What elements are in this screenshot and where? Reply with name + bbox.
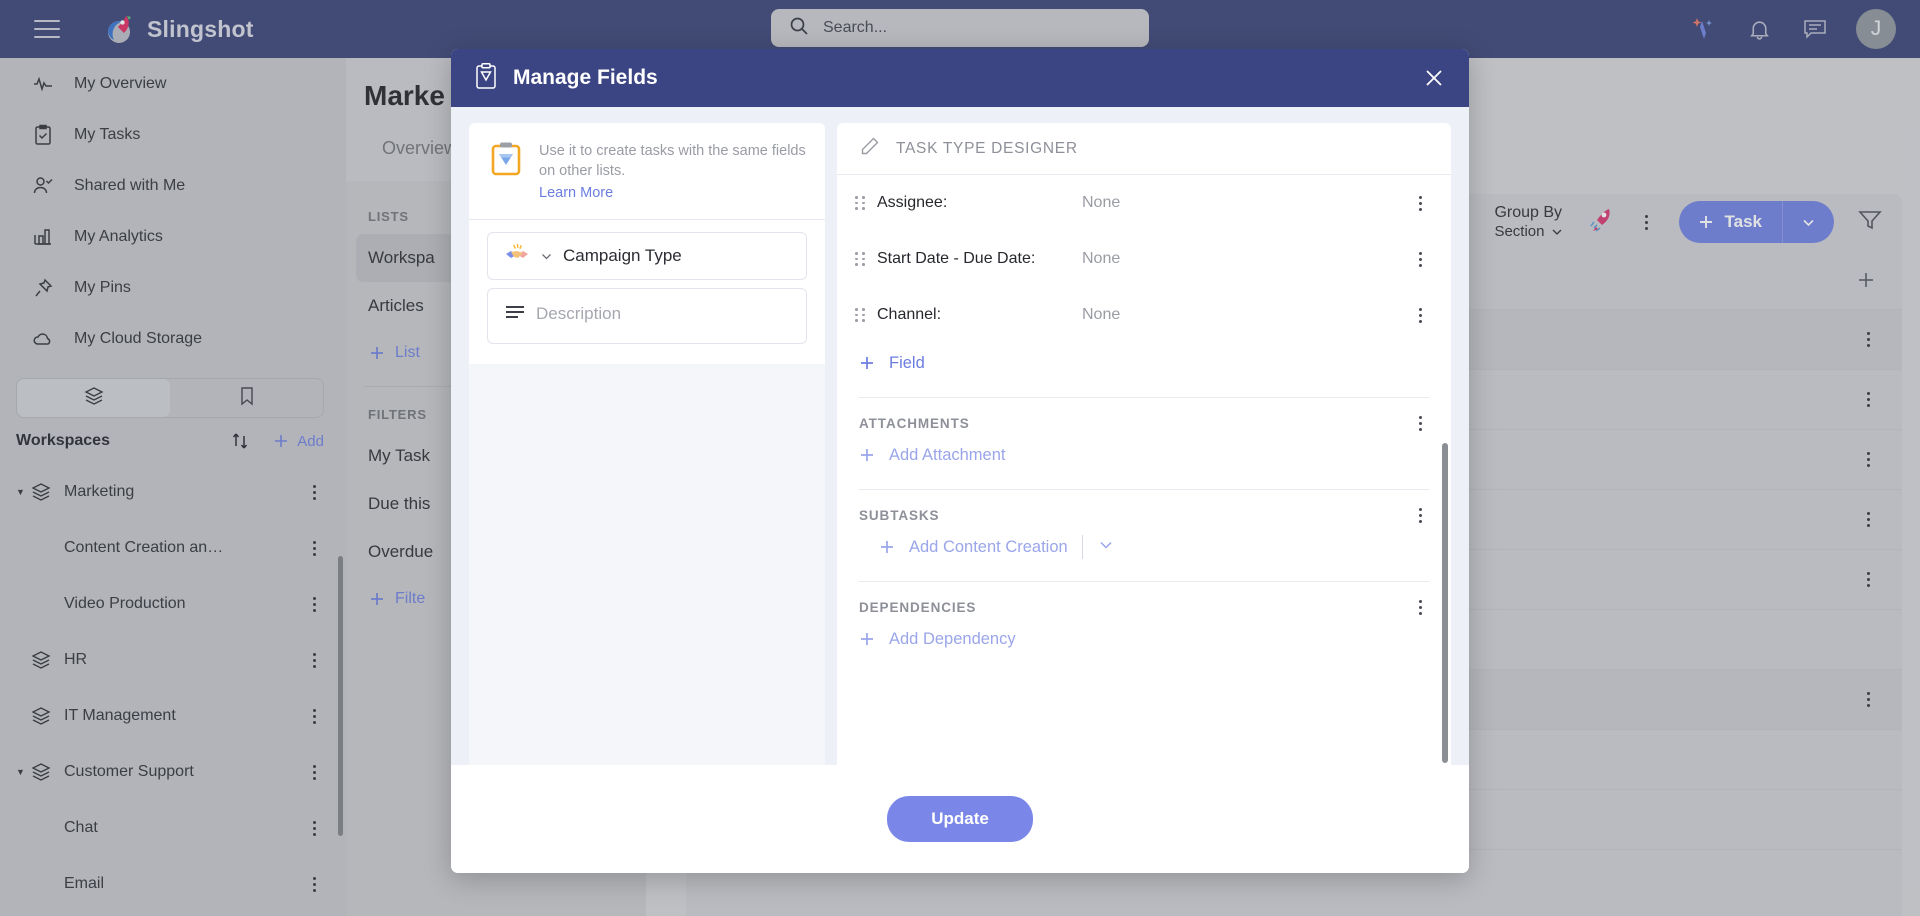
manage-fields-modal: Manage Fields Use it to create tasks wit… xyxy=(451,49,1469,873)
field-name: Campaign Type xyxy=(563,246,682,265)
chevron-down-icon[interactable] xyxy=(540,250,553,263)
subtasks-section-header: SUBTASKS xyxy=(837,490,1451,527)
designer-field-assignee[interactable]: Assignee: None xyxy=(837,175,1451,231)
field-label: Channel: xyxy=(877,306,942,323)
plus-icon xyxy=(881,541,893,553)
add-field-label: Field xyxy=(889,353,925,372)
designer-field-channel[interactable]: Channel: None xyxy=(837,287,1451,343)
field-value: None xyxy=(1082,250,1121,267)
designer-scrollbar[interactable] xyxy=(1442,443,1448,763)
task-type-designer-panel: TASK TYPE DESIGNER Assignee: None Start … xyxy=(837,123,1451,781)
handshake-emoji xyxy=(504,243,530,270)
update-button[interactable]: Update xyxy=(887,796,1033,842)
plus-icon xyxy=(861,357,873,369)
modal-body: Use it to create tasks with the same fie… xyxy=(451,107,1469,781)
add-content-creation-label: Add Content Creation xyxy=(909,537,1068,556)
field-campaign-type[interactable]: Campaign Type xyxy=(487,232,807,280)
field-value: None xyxy=(1082,306,1121,323)
add-content-creation-button[interactable]: Add Content Creation xyxy=(857,527,1068,567)
designer-header: TASK TYPE DESIGNER xyxy=(837,123,1451,175)
description-lines-icon xyxy=(504,304,526,327)
info-text: Use it to create tasks with the same fie… xyxy=(539,143,806,179)
section-title: ATTACHMENTS xyxy=(859,416,970,431)
add-dependency-button[interactable]: Add Dependency xyxy=(837,619,1451,659)
add-attachment-button[interactable]: Add Attachment xyxy=(837,435,1451,475)
close-x-icon[interactable] xyxy=(1421,65,1447,91)
fields-column-empty-space xyxy=(469,364,825,781)
pencil-edit-icon xyxy=(859,136,880,162)
learn-more-link[interactable]: Learn More xyxy=(539,183,807,203)
application-window: Slingshot Search... J My Overview My Tas… xyxy=(0,0,1920,916)
vertical-divider xyxy=(1081,535,1083,559)
field-description[interactable]: Description xyxy=(487,288,807,344)
attachments-section-header: ATTACHMENTS xyxy=(837,398,1451,435)
field-list: Campaign Type Description xyxy=(469,220,825,364)
drag-handle-icon[interactable] xyxy=(855,308,867,322)
kebab-menu-icon[interactable] xyxy=(1411,251,1429,267)
kebab-menu-icon[interactable] xyxy=(1411,416,1429,431)
section-title: SUBTASKS xyxy=(859,508,940,523)
add-subtask-row: Add Content Creation xyxy=(837,527,1451,567)
field-value: None xyxy=(1082,194,1121,211)
modal-title: Manage Fields xyxy=(513,66,658,89)
kebab-menu-icon[interactable] xyxy=(1411,195,1429,211)
field-label: Start Date - Due Date: xyxy=(877,250,1036,267)
add-attachment-label: Add Attachment xyxy=(889,445,1006,464)
field-name: Description xyxy=(536,304,622,323)
fields-column: Use it to create tasks with the same fie… xyxy=(469,123,825,781)
dependencies-section-header: DEPENDENCIES xyxy=(837,582,1451,619)
designer-body: Assignee: None Start Date - Due Date: No… xyxy=(837,175,1451,781)
kebab-menu-icon[interactable] xyxy=(1411,508,1429,523)
designer-field-start-due-date[interactable]: Start Date - Due Date: None xyxy=(837,231,1451,287)
designer-title: TASK TYPE DESIGNER xyxy=(896,139,1078,157)
add-dependency-label: Add Dependency xyxy=(889,629,1016,648)
kebab-menu-icon[interactable] xyxy=(1411,307,1429,323)
info-text-wrap: Use it to create tasks with the same fie… xyxy=(539,141,807,203)
modal-header: Manage Fields xyxy=(451,49,1469,107)
drag-handle-icon[interactable] xyxy=(855,252,867,266)
field-label: Assignee: xyxy=(877,194,948,211)
kebab-menu-icon[interactable] xyxy=(1411,600,1429,615)
plus-icon xyxy=(861,449,873,461)
clipboard-funnel-icon xyxy=(473,62,499,95)
modal-footer: Update xyxy=(451,765,1469,873)
section-title: DEPENDENCIES xyxy=(859,600,977,615)
clipboard-diamond-icon xyxy=(489,141,523,203)
chevron-down-icon[interactable] xyxy=(1097,536,1115,559)
add-field-button[interactable]: Field xyxy=(837,343,1451,383)
plus-icon xyxy=(861,633,873,645)
drag-handle-icon[interactable] xyxy=(855,196,867,210)
info-callout: Use it to create tasks with the same fie… xyxy=(469,123,825,220)
